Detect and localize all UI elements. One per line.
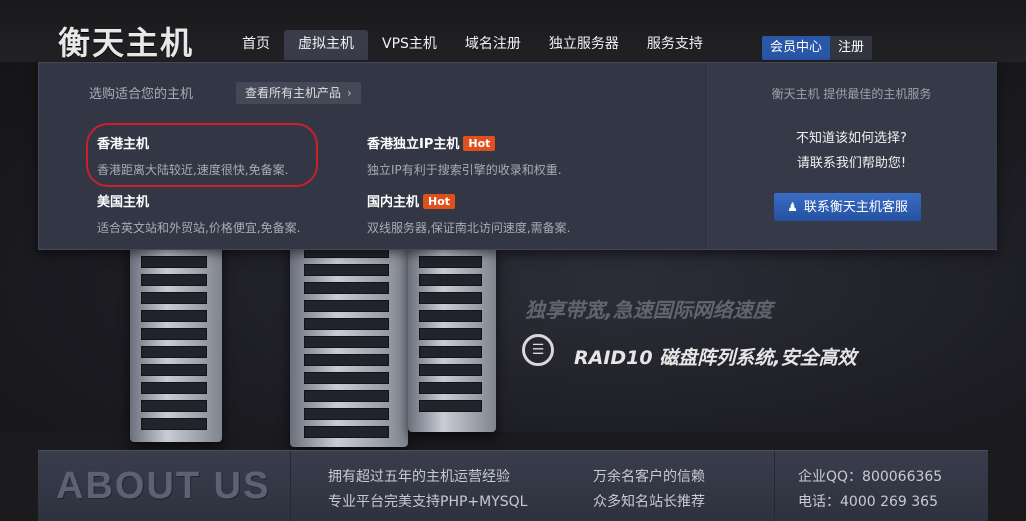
main-nav: 首页 虚拟主机 VPS主机 域名注册 独立服务器 服务支持 <box>228 30 717 62</box>
server-slot <box>141 310 208 322</box>
server-slot <box>418 346 483 358</box>
about-us-title: ABOUT US <box>56 465 271 507</box>
register-button[interactable]: 注册 <box>830 36 873 60</box>
nav-home[interactable]: 首页 <box>228 30 284 60</box>
server-slot <box>418 292 483 304</box>
server-slot <box>141 256 208 268</box>
server-slot <box>141 274 208 286</box>
server-slot <box>141 364 208 376</box>
server-slot <box>304 426 389 438</box>
server-slot <box>141 418 208 430</box>
server-slot <box>304 300 389 312</box>
hero-bandwidth-text: 独享带宽,急速国际网络速度 <box>525 298 773 322</box>
dropdown-products-panel: 选购适合您的主机 查看所有主机产品 › 香港主机 香港距离大陆较近,速度很快,免备… <box>39 63 705 249</box>
about-trust: 万余名客户的信赖 众多知名站长推荐 <box>593 465 705 515</box>
nav-domain[interactable]: 域名注册 <box>451 30 535 60</box>
server-slot <box>141 346 208 358</box>
product-name: 香港主机 <box>97 137 150 152</box>
site-header: 衡天主机 首页 虚拟主机 VPS主机 域名注册 独立服务器 服务支持 会员中心 … <box>0 0 1026 62</box>
chevron-right-icon: › <box>347 86 352 100</box>
server-slot <box>304 264 389 276</box>
dropdown-help-panel: 衡天主机 提供最佳的主机服务 不知道该如何选择? 请联系我们帮助您! ♟ 联系衡天… <box>705 63 997 249</box>
site-logo[interactable]: 衡天主机 <box>58 18 194 64</box>
product-desc: 独立IP有利于搜索引擎的收录和权重. <box>367 163 562 177</box>
nav-dedicated-server[interactable]: 独立服务器 <box>535 30 633 60</box>
about-phone: 电话：4000 269 365 <box>798 494 938 510</box>
server-slot <box>304 354 389 366</box>
product-hk-hosting[interactable]: 香港主机 香港距离大陆较近,速度很快,免备案. <box>97 133 288 178</box>
database-icon: ☰ <box>522 334 554 366</box>
server-slot <box>304 318 389 330</box>
divider <box>290 451 291 521</box>
about-qq: 企业QQ：800066365 <box>798 469 943 485</box>
dropdown-heading: 选购适合您的主机 <box>89 87 194 102</box>
product-cn-hosting[interactable]: 国内主机 Hot 双线服务器,保证南北访问速度,需备案. <box>367 191 570 236</box>
server-slot <box>304 282 389 294</box>
nav-virtual-hosting[interactable]: 虚拟主机 <box>284 30 368 60</box>
auth-links: 会员中心 注册 <box>762 36 873 60</box>
view-all-label: 查看所有主机产品 <box>245 86 342 100</box>
product-name: 国内主机 Hot <box>367 191 570 210</box>
product-us-hosting[interactable]: 美国主机 适合英文站和外贸站,价格便宜,免备案. <box>97 191 300 236</box>
server-slot <box>418 364 483 376</box>
view-all-products-button[interactable]: 查看所有主机产品 › <box>236 82 361 104</box>
about-text: 拥有超过五年的主机运营经验 <box>328 469 510 485</box>
about-us-bar: ABOUT US 拥有超过五年的主机运营经验 专业平台完美支持PHP+MYSQL… <box>38 450 988 521</box>
about-text: 万余名客户的信赖 <box>593 469 705 485</box>
product-hk-dedicated-ip[interactable]: 香港独立IP主机 Hot 独立IP有利于搜索引擎的收录和权重. <box>367 133 562 178</box>
server-slot <box>418 328 483 340</box>
product-desc: 适合英文站和外贸站,价格便宜,免备案. <box>97 221 301 235</box>
server-slot <box>304 372 389 384</box>
server-slot <box>418 382 483 394</box>
server-slot <box>141 292 208 304</box>
divider <box>774 451 775 521</box>
help-prompt: 请联系我们帮助您! <box>796 156 907 171</box>
hero-raid-text: RAID10 磁盘阵列系统,安全高效 <box>574 347 857 369</box>
contact-support-button[interactable]: ♟ 联系衡天主机客服 <box>774 193 921 221</box>
product-desc: 双线服务器,保证南北访问速度,需备案. <box>367 221 571 235</box>
about-text: 众多知名站长推荐 <box>593 494 705 510</box>
server-slot <box>418 400 483 412</box>
hosting-dropdown-menu: 选购适合您的主机 查看所有主机产品 › 香港主机 香港距离大陆较近,速度很快,免备… <box>38 62 997 250</box>
about-experience: 拥有超过五年的主机运营经验 专业平台完美支持PHP+MYSQL <box>328 465 527 515</box>
server-slot <box>418 310 483 322</box>
server-slot <box>304 390 389 402</box>
server-slot <box>304 408 389 420</box>
server-slot <box>141 382 208 394</box>
user-support-icon: ♟ <box>787 200 798 214</box>
about-text: 专业平台完美支持PHP+MYSQL <box>328 494 528 510</box>
server-slot <box>418 274 483 286</box>
help-question: 不知道该如何选择? <box>796 131 907 146</box>
server-slot <box>141 400 208 412</box>
server-slot <box>418 256 483 268</box>
hot-badge: Hot <box>463 136 496 151</box>
product-name: 香港独立IP主机 Hot <box>367 133 562 152</box>
nav-support[interactable]: 服务支持 <box>633 30 717 60</box>
contact-label: 联系衡天主机客服 <box>803 200 908 215</box>
product-desc: 香港距离大陆较近,速度很快,免备案. <box>97 163 289 177</box>
member-center-button[interactable]: 会员中心 <box>762 36 831 60</box>
server-slot <box>304 336 389 348</box>
about-contact: 企业QQ：800066365 电话：4000 269 365 <box>798 465 942 515</box>
product-name: 美国主机 <box>97 195 150 210</box>
dropdown-tagline: 衡天主机 提供最佳的主机服务 <box>771 87 932 101</box>
hot-badge: Hot <box>423 194 456 209</box>
nav-vps[interactable]: VPS主机 <box>368 30 451 60</box>
server-slot <box>141 328 208 340</box>
